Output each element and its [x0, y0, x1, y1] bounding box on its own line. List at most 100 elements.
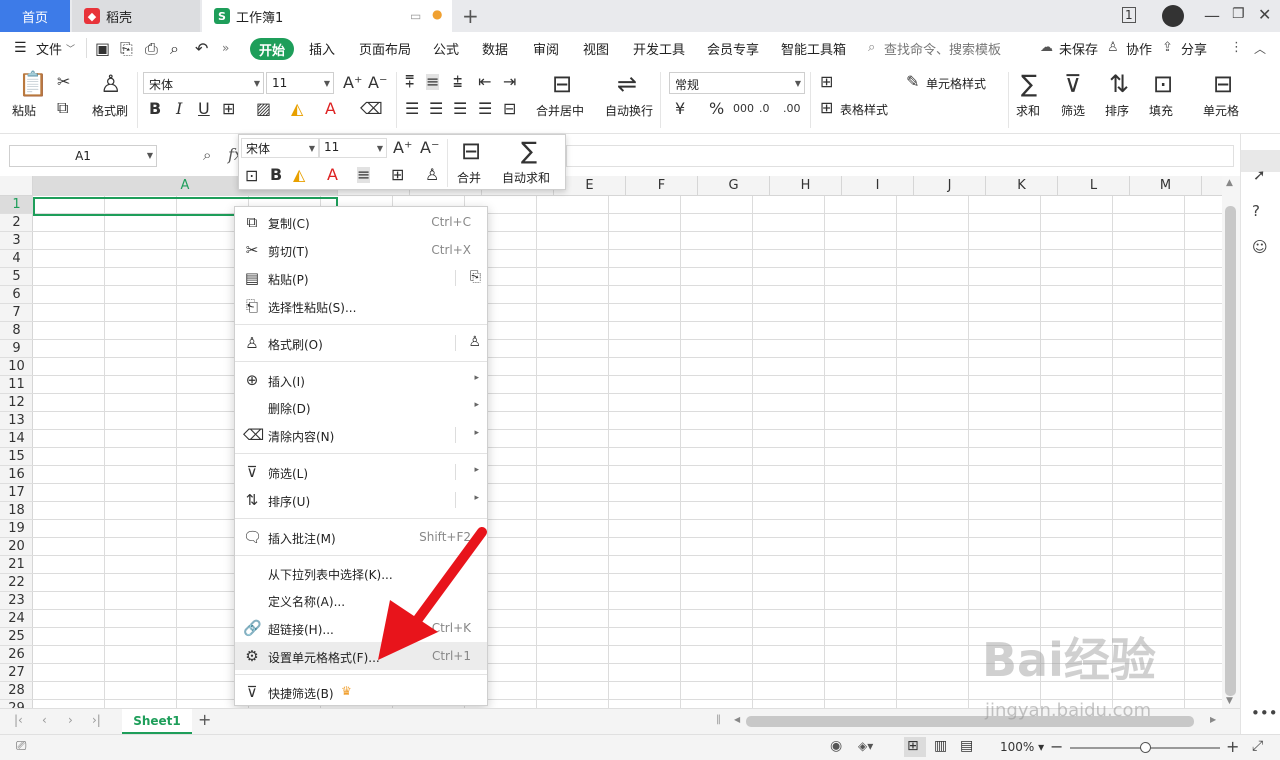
align-center-icon[interactable]: ☰	[429, 101, 443, 117]
row-header-3[interactable]: 3	[0, 232, 33, 250]
mini-sum-icon[interactable]: ∑	[521, 139, 537, 163]
column-header-m[interactable]: M	[1130, 176, 1202, 196]
ctx-sort[interactable]: ⇅ 排序(U) ▸	[235, 486, 487, 514]
normal-view-icon[interactable]: ⊞	[907, 738, 919, 754]
italic-icon[interactable]: I	[176, 101, 182, 117]
menu-tab-developer[interactable]: 开发工具	[633, 39, 685, 58]
row-header-19[interactable]: 19	[0, 520, 33, 538]
underline-icon[interactable]: U	[198, 101, 210, 117]
collapse-ribbon-icon[interactable]: ︿	[1254, 40, 1266, 57]
ctx-copy[interactable]: ⧉ 复制(C) Ctrl+C	[235, 208, 487, 236]
scroll-up-icon[interactable]: ▲	[1226, 178, 1233, 188]
row-header-5[interactable]: 5	[0, 268, 33, 286]
more-options-icon[interactable]: •••	[1251, 704, 1278, 722]
tab-home[interactable]: 首页	[0, 0, 70, 32]
indent-increase-icon[interactable]: ⇥	[503, 74, 516, 90]
print-icon[interactable]: ⎙	[145, 41, 158, 57]
cell-button[interactable]: 单元格	[1203, 102, 1239, 119]
row-header-1[interactable]: 1	[0, 196, 33, 214]
merge-center-button[interactable]: 合并居中	[536, 102, 584, 119]
row-header-16[interactable]: 16	[0, 466, 33, 484]
paste-icon[interactable]: 📋	[18, 72, 48, 96]
row-header-9[interactable]: 9	[0, 340, 33, 358]
cell-icon[interactable]: ⊟	[1213, 72, 1233, 96]
paste-options-icon[interactable]: ⎘	[470, 269, 481, 285]
indent-decrease-icon[interactable]: ⇤	[478, 74, 491, 90]
share-button[interactable]: 分享	[1181, 39, 1207, 58]
mini-font-grow-icon[interactable]: A⁺	[393, 140, 412, 156]
thousands-icon[interactable]: 000	[733, 101, 754, 117]
mini-bold-icon[interactable]: B	[270, 167, 282, 183]
row-header-12[interactable]: 12	[0, 394, 33, 412]
zoom-slider-handle[interactable]	[1140, 742, 1151, 753]
row-header-28[interactable]: 28	[0, 682, 33, 700]
row-header-29[interactable]: 29	[0, 700, 33, 708]
mini-merge-icon[interactable]: ⊟	[461, 139, 481, 163]
menu-tab-insert[interactable]: 插入	[309, 39, 335, 58]
hamburger-icon[interactable]: ☰	[14, 40, 27, 56]
fill-icon[interactable]: ⊡	[1153, 72, 1173, 96]
window-layout-icon[interactable]: 1	[1122, 7, 1136, 23]
vertical-scroll-thumb[interactable]	[1225, 206, 1236, 696]
mini-size-select[interactable]: 11 ▼	[319, 138, 387, 158]
ctx-paste-special[interactable]: ⎗ 选择性粘贴(S)...	[235, 292, 487, 320]
sum-button[interactable]: 求和	[1016, 102, 1040, 119]
paste-button[interactable]: 粘贴	[12, 102, 36, 119]
menu-tab-tools[interactable]: 智能工具箱	[781, 39, 846, 58]
ai-assistant-icon[interactable]: ☺	[1252, 238, 1268, 256]
column-header-j[interactable]: J	[914, 176, 986, 196]
justify-icon[interactable]: ☰	[478, 101, 492, 117]
tab-daoke[interactable]: ◆ 稻壳	[72, 0, 200, 32]
column-header-l[interactable]: L	[1058, 176, 1130, 196]
ctx-filter[interactable]: ⊽ 筛选(L) ▸	[235, 458, 487, 486]
help-icon[interactable]: ?	[1252, 202, 1260, 220]
zoom-level[interactable]: 100% ▾	[1000, 740, 1044, 754]
cell-style-icon[interactable]: ✎	[906, 74, 919, 90]
save-icon[interactable]: ▣	[95, 41, 110, 57]
fill-color-view-icon[interactable]: ◈▾	[858, 739, 873, 753]
mini-autosum-button[interactable]: 自动求和	[502, 169, 550, 186]
ctx-format-painter[interactable]: ♙ 格式刷(O) ♙	[235, 329, 487, 357]
column-header-f[interactable]: F	[626, 176, 698, 196]
ctx-quick-filter[interactable]: ⊽ 快捷筛选(B) ♛	[235, 678, 487, 706]
font-name-select[interactable]: 宋体 ▼	[143, 72, 264, 94]
row-header-4[interactable]: 4	[0, 250, 33, 268]
mini-border-icon[interactable]: ⊞	[391, 167, 404, 183]
align-left-icon[interactable]: ☰	[405, 101, 419, 117]
cut-icon[interactable]: ✂	[57, 74, 70, 90]
bold-icon[interactable]: B	[149, 101, 161, 117]
mini-highlight-icon[interactable]: ◭	[293, 167, 305, 183]
collab-button[interactable]: 协作	[1126, 39, 1152, 58]
menu-tab-layout[interactable]: 页面布局	[359, 39, 411, 58]
table-style-button[interactable]: 表格样式	[840, 101, 888, 118]
fill-button[interactable]: 填充	[1149, 102, 1173, 119]
mini-font-select[interactable]: 宋体 ▼	[241, 138, 319, 158]
ctx-clear[interactable]: ⌫ 清除内容(N) ▸	[235, 421, 487, 449]
close-icon[interactable]: ✕	[1258, 5, 1271, 24]
menu-tab-view[interactable]: 视图	[583, 39, 609, 58]
fullscreen-icon[interactable]: ⤢	[1252, 738, 1263, 754]
column-header-i[interactable]: I	[842, 176, 914, 196]
zoom-out-icon[interactable]: −	[1050, 737, 1063, 756]
export-icon[interactable]: ⎘	[120, 41, 133, 57]
row-header-6[interactable]: 6	[0, 286, 33, 304]
first-sheet-icon[interactable]: |‹	[14, 713, 23, 727]
mini-font-shrink-icon[interactable]: A⁻	[420, 140, 439, 156]
menu-tab-data[interactable]: 数据	[482, 39, 508, 58]
menu-tab-home[interactable]: 开始	[250, 38, 295, 60]
row-header-23[interactable]: 23	[0, 592, 33, 610]
avatar[interactable]	[1162, 5, 1184, 27]
row-header-18[interactable]: 18	[0, 502, 33, 520]
number-format-select[interactable]: 常规 ▼	[669, 72, 805, 94]
page-layout-view-icon[interactable]: ▥	[934, 738, 947, 754]
mini-align-icon[interactable]: ≡	[357, 167, 371, 183]
font-color-icon[interactable]: A	[325, 101, 336, 117]
row-header-25[interactable]: 25	[0, 628, 33, 646]
font-grow-icon[interactable]: A⁺	[343, 75, 362, 91]
restore-icon[interactable]: ❐	[1232, 6, 1245, 22]
print-preview-icon[interactable]: ⌕	[170, 41, 179, 57]
formula-input[interactable]	[566, 145, 1234, 167]
undo-icon[interactable]: ↶	[195, 41, 208, 57]
menu-tab-review[interactable]: 审阅	[533, 39, 559, 58]
zoom-in-icon[interactable]: +	[1226, 737, 1239, 756]
